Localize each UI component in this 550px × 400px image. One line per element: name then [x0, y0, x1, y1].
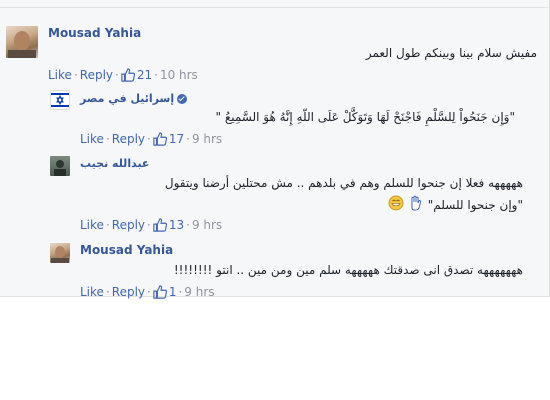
avatar-photo: [8, 31, 36, 58]
avatar[interactable]: [6, 26, 38, 58]
avatar-photo: [51, 246, 69, 263]
like-count[interactable]: 13: [169, 218, 184, 232]
comment-text: هههههههه تصدق انى صدقتك هههههه سلم مين و…: [173, 263, 523, 277]
comment-actions: Like · Reply · 1 · 9 hrs: [80, 284, 215, 299]
comment-text: "وَإِن جَنَحُواْ لِلسَّلْمِ فَاجْنَحْ لَ…: [215, 110, 515, 124]
like-link[interactable]: Like: [48, 68, 72, 82]
like-link[interactable]: Like: [80, 285, 104, 299]
avatar-photo: [54, 160, 66, 176]
thumbs-up-icon[interactable]: [153, 217, 167, 232]
hand-emoji-icon: [409, 195, 423, 215]
comment-author[interactable]: Mousad Yahia: [48, 26, 141, 40]
timestamp[interactable]: 9 hrs: [192, 218, 222, 232]
separator: ·: [147, 131, 151, 146]
israel-flag-icon: [51, 93, 69, 107]
like-count[interactable]: 21: [137, 68, 152, 82]
separator: ·: [186, 217, 190, 232]
divider: [0, 7, 548, 8]
comment-text: هههههه فعلا إن جنحوا للسلم وهم في بلدهم …: [164, 176, 523, 190]
separator: ·: [115, 67, 119, 82]
like-count[interactable]: 17: [169, 132, 184, 146]
grinning-emoji-icon: [388, 195, 404, 215]
comment-text-quote: "وإن جنحوا للسلم": [427, 197, 523, 212]
comment-author[interactable]: إسرائيل في مصر: [80, 92, 188, 105]
separator: ·: [154, 67, 158, 82]
thumbs-up-icon[interactable]: [153, 131, 167, 146]
timestamp[interactable]: 9 hrs: [184, 285, 214, 299]
reply-link[interactable]: Reply: [112, 218, 145, 232]
timestamp[interactable]: 10 hrs: [160, 68, 198, 82]
separator: ·: [105, 284, 110, 299]
avatar[interactable]: [50, 156, 70, 176]
thumbs-up-icon[interactable]: [153, 284, 167, 299]
reply-link[interactable]: Reply: [112, 285, 145, 299]
separator: ·: [178, 284, 183, 299]
thumbs-up-icon[interactable]: [121, 67, 135, 82]
timestamp[interactable]: 9 hrs: [192, 132, 222, 146]
comment-actions: Like · Reply · 21 · 10 hrs: [48, 67, 198, 82]
separator: ·: [105, 131, 110, 146]
author-name[interactable]: إسرائيل في مصر: [80, 92, 174, 105]
like-count[interactable]: 1: [169, 285, 177, 299]
comment-author[interactable]: Mousad Yahia: [80, 243, 173, 257]
avatar[interactable]: [50, 90, 70, 110]
verified-badge-icon: [177, 94, 188, 104]
separator: ·: [73, 67, 78, 82]
separator: ·: [147, 284, 151, 299]
like-link[interactable]: Like: [80, 132, 104, 146]
like-link[interactable]: Like: [80, 218, 104, 232]
separator: ·: [147, 217, 151, 232]
separator: ·: [105, 217, 110, 232]
separator: ·: [186, 131, 190, 146]
comment-actions: Like · Reply · 17 · 9 hrs: [80, 131, 222, 146]
avatar[interactable]: [50, 243, 70, 263]
comment-actions: Like · Reply · 13 · 9 hrs: [80, 217, 222, 232]
comment-text: مفيش سلام بينا وبينكم طول العمر: [365, 46, 537, 60]
comment-text-line2: "وإن جنحوا للسلم": [388, 194, 523, 215]
comment-author[interactable]: عبدالله نجيب: [80, 157, 149, 170]
reply-link[interactable]: Reply: [112, 132, 145, 146]
comments-panel: Mousad Yahia مفيش سلام بينا وبينكم طول ا…: [0, 0, 550, 299]
reply-link[interactable]: Reply: [80, 68, 113, 82]
